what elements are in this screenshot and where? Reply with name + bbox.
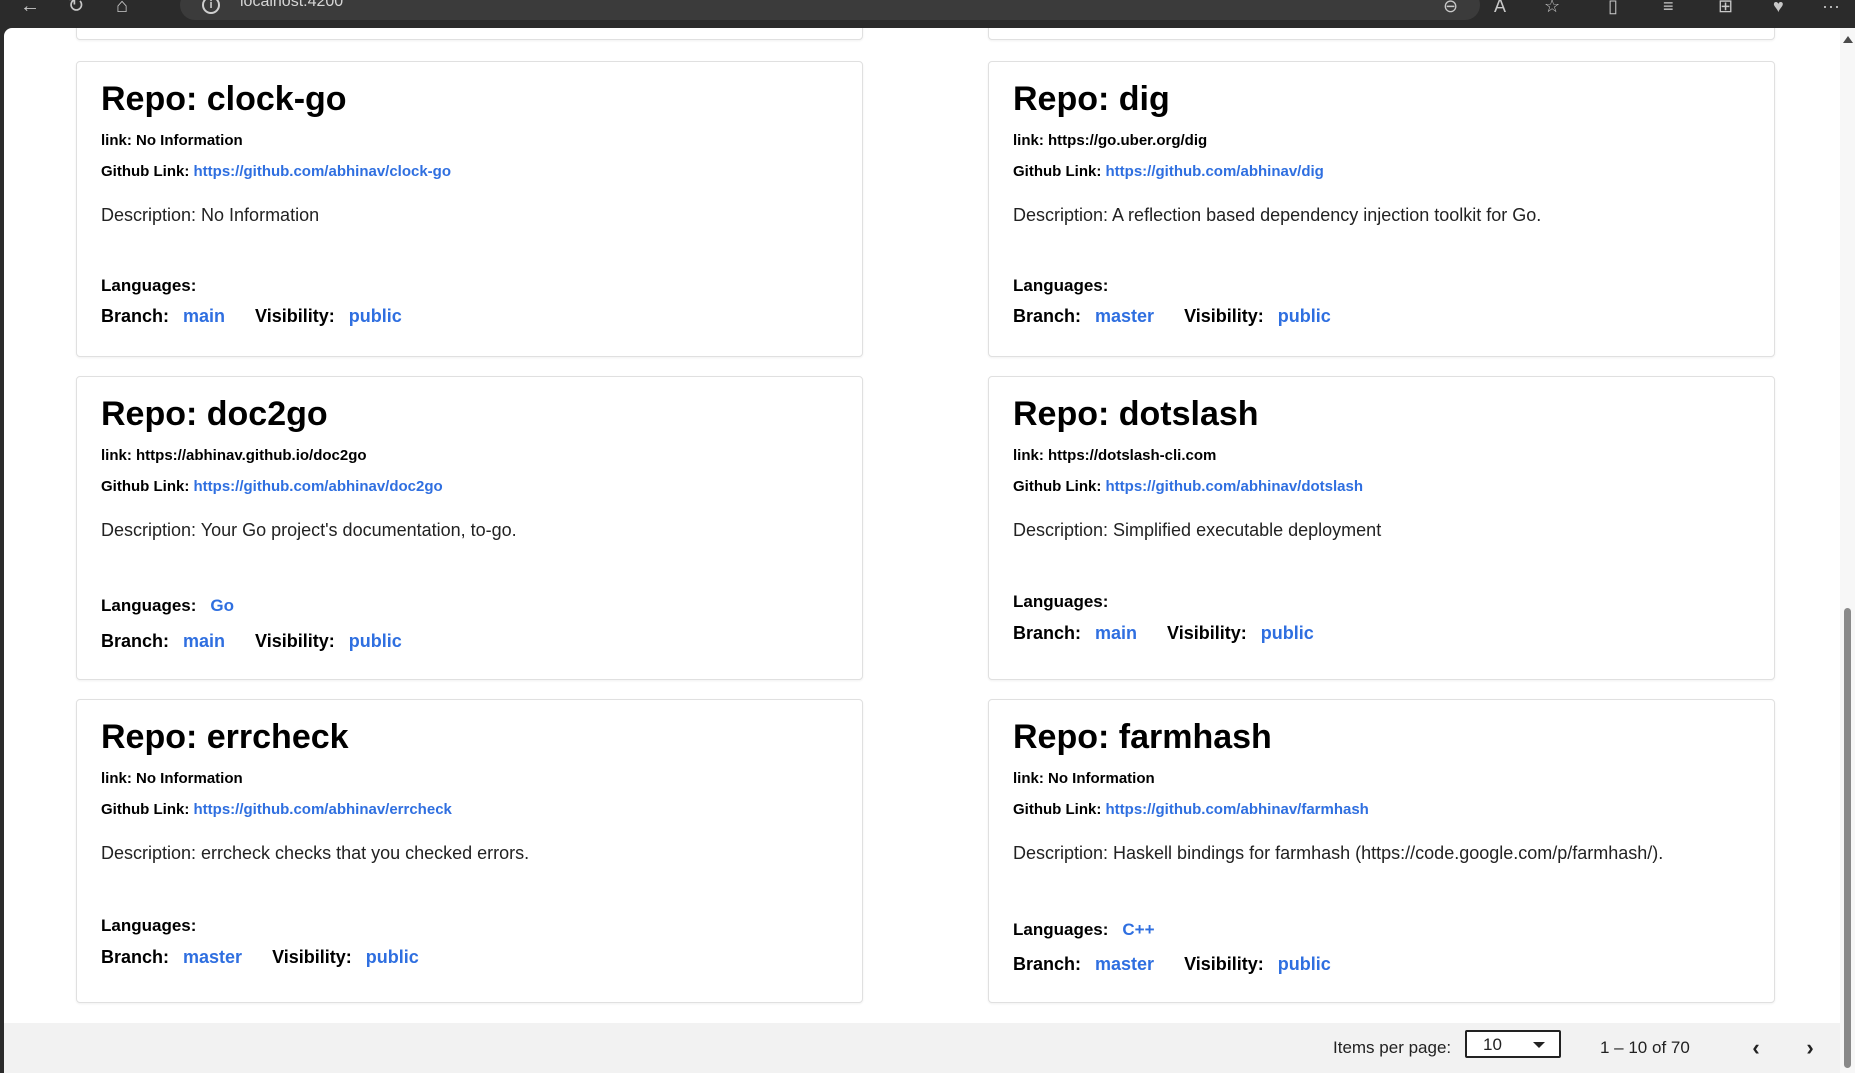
github-link[interactable]: https://github.com/abhinav/errcheck bbox=[194, 801, 452, 818]
browser-toolbar: ← ↻ ⌂ i localhost:4200 ⊖ A ☆ ▯ ≡ ⊞ ♥ ··· bbox=[0, 0, 1855, 28]
address-bar[interactable]: i localhost:4200 bbox=[180, 0, 1480, 20]
previous-page-button[interactable]: ‹ bbox=[1744, 1035, 1768, 1061]
visibility-value: public bbox=[1277, 306, 1331, 326]
github-link-row: Github Link: https://github.com/abhinav/… bbox=[1013, 478, 1364, 495]
branch-value: master bbox=[1095, 954, 1155, 974]
branch-visibility-row: Branch: master Visibility: public bbox=[101, 947, 419, 967]
languages-row: Languages: bbox=[101, 276, 197, 295]
github-link[interactable]: https://github.com/abhinav/dotslash bbox=[1106, 478, 1364, 495]
page-viewport: Repo: clock-go link: No Information Gith… bbox=[4, 28, 1840, 1073]
refresh-icon[interactable]: ↻ bbox=[64, 0, 88, 20]
branch-value: main bbox=[183, 306, 226, 326]
repo-link: link: https://go.uber.org/dig bbox=[1013, 132, 1208, 149]
repo-card-partial bbox=[76, 28, 863, 40]
zoom-icon[interactable]: ⊖ bbox=[1443, 0, 1458, 17]
github-link-row: Github Link: https://github.com/abhinav/… bbox=[101, 801, 452, 818]
home-icon[interactable]: ⌂ bbox=[110, 0, 134, 20]
favorite-star-icon[interactable]: ☆ bbox=[1544, 0, 1560, 17]
back-icon[interactable]: ← bbox=[18, 0, 42, 20]
repo-description: Description: A reflection based dependen… bbox=[1013, 205, 1542, 225]
repo-description: Description: Your Go project's documenta… bbox=[101, 520, 517, 540]
repo-card: Repo: clock-go link: No Information Gith… bbox=[76, 61, 863, 357]
repo-link: link: No Information bbox=[1013, 770, 1155, 787]
next-page-button[interactable]: › bbox=[1798, 1035, 1822, 1061]
repo-card: Repo: dig link: https://go.uber.org/dig … bbox=[988, 61, 1775, 357]
branch-visibility-row: Branch: master Visibility: public bbox=[1013, 954, 1331, 974]
visibility-value: public bbox=[1260, 623, 1314, 643]
repo-title: Repo: errcheck bbox=[101, 718, 349, 756]
repo-card: Repo: doc2go link: https://abhinav.githu… bbox=[76, 376, 863, 680]
visibility-value: public bbox=[1277, 954, 1331, 974]
paginator: Items per page: 10 1 – 10 of 70 ‹ › bbox=[4, 1023, 1840, 1073]
collections-icon[interactable]: ⊞ bbox=[1718, 0, 1733, 17]
repo-title: Repo: dotslash bbox=[1013, 395, 1259, 433]
visibility-value: public bbox=[348, 631, 402, 651]
github-link-row: Github Link: https://github.com/abhinav/… bbox=[101, 478, 443, 495]
repo-card: Repo: dotslash link: https://dotslash-cl… bbox=[988, 376, 1775, 680]
extension-icon[interactable]: ♥ bbox=[1773, 0, 1784, 17]
languages-row: Languages: bbox=[1013, 276, 1109, 295]
branch-visibility-row: Branch: main Visibility: public bbox=[101, 631, 402, 651]
favorites-icon[interactable]: ≡ bbox=[1663, 0, 1674, 17]
repo-card: Repo: farmhash link: No Information Gith… bbox=[988, 699, 1775, 1003]
github-link[interactable]: https://github.com/abhinav/farmhash bbox=[1106, 801, 1369, 818]
github-link-row: Github Link: https://github.com/abhinav/… bbox=[1013, 163, 1324, 180]
visibility-value: public bbox=[365, 947, 419, 967]
repo-card: Repo: errcheck link: No Information Gith… bbox=[76, 699, 863, 1003]
scroll-thumb[interactable] bbox=[1844, 608, 1851, 1068]
github-link[interactable]: https://github.com/abhinav/doc2go bbox=[194, 478, 443, 495]
repo-title: Repo: doc2go bbox=[101, 395, 328, 433]
branch-visibility-row: Branch: main Visibility: public bbox=[1013, 623, 1314, 643]
github-link-row: Github Link: https://github.com/abhinav/… bbox=[1013, 801, 1369, 818]
branch-value: main bbox=[183, 631, 226, 651]
languages-row: Languages: bbox=[1013, 592, 1109, 611]
repo-title: Repo: clock-go bbox=[101, 80, 347, 118]
repo-description: Description: Haskell bindings for farmha… bbox=[1013, 843, 1664, 863]
github-link[interactable]: https://github.com/abhinav/clock-go bbox=[194, 163, 452, 180]
items-per-page-select[interactable]: 10 bbox=[1465, 1030, 1561, 1058]
languages-row: Languages: Go bbox=[101, 596, 235, 615]
github-link[interactable]: https://github.com/abhinav/dig bbox=[1106, 163, 1324, 180]
repo-link: link: https://abhinav.github.io/doc2go bbox=[101, 447, 367, 464]
items-per-page-value[interactable]: 10 bbox=[1483, 1035, 1502, 1055]
items-per-page-label: Items per page: bbox=[1333, 1038, 1452, 1057]
branch-value: master bbox=[1095, 306, 1155, 326]
split-screen-icon[interactable]: ▯ bbox=[1608, 0, 1618, 17]
repo-link: link: https://dotslash-cli.com bbox=[1013, 447, 1217, 464]
repo-link: link: No Information bbox=[101, 770, 243, 787]
branch-visibility-row: Branch: main Visibility: public bbox=[101, 306, 402, 326]
languages-row: Languages: C++ bbox=[1013, 920, 1155, 939]
read-aloud-icon[interactable]: A bbox=[1494, 0, 1506, 17]
language-value: C++ bbox=[1122, 920, 1155, 939]
repo-title: Repo: dig bbox=[1013, 80, 1170, 118]
more-icon[interactable]: ··· bbox=[1822, 0, 1840, 17]
site-info-icon[interactable]: i bbox=[202, 0, 220, 14]
repo-description: Description: errcheck checks that you ch… bbox=[101, 843, 530, 863]
github-link-row: Github Link: https://github.com/abhinav/… bbox=[101, 163, 452, 180]
page-scrollbar[interactable] bbox=[1840, 28, 1855, 1073]
visibility-value: public bbox=[348, 306, 402, 326]
branch-value: main bbox=[1095, 623, 1138, 643]
language-value: Go bbox=[210, 596, 235, 615]
page-range-label: 1 – 10 of 70 bbox=[1600, 1038, 1690, 1057]
branch-value: master bbox=[183, 947, 243, 967]
repo-description: Description: Simplified executable deplo… bbox=[1013, 520, 1382, 540]
repo-title: Repo: farmhash bbox=[1013, 718, 1272, 756]
dropdown-caret-icon[interactable] bbox=[1533, 1042, 1545, 1048]
address-url[interactable]: localhost:4200 bbox=[240, 0, 343, 11]
repo-description: Description: No Information bbox=[101, 205, 320, 225]
languages-row: Languages: bbox=[101, 916, 197, 935]
scroll-up-icon[interactable] bbox=[1843, 36, 1853, 43]
repo-card-partial bbox=[988, 28, 1775, 40]
repo-link: link: No Information bbox=[101, 132, 243, 149]
branch-visibility-row: Branch: master Visibility: public bbox=[1013, 306, 1331, 326]
